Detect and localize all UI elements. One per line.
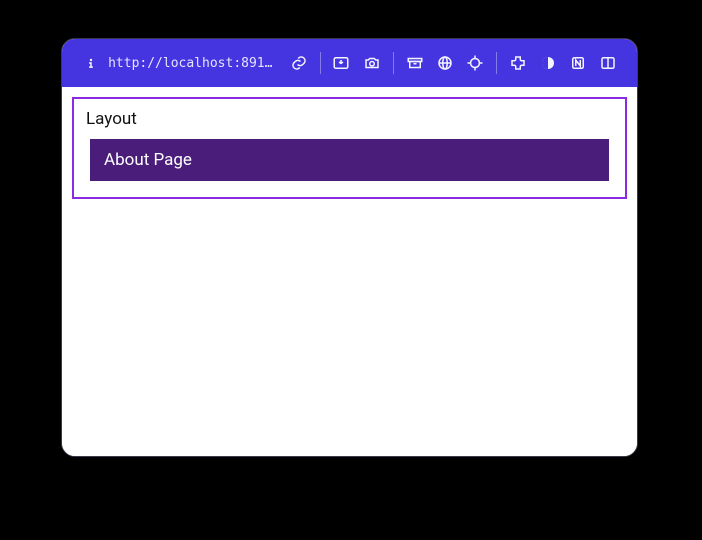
toolbar-divider <box>393 52 394 74</box>
layout-container: Layout About Page <box>72 97 627 199</box>
page-content: Layout About Page <box>62 87 637 456</box>
globe-icon[interactable] <box>436 52 454 74</box>
browser-toolbar: http://localhost:8910/abo… <box>62 39 637 87</box>
layout-label: Layout <box>86 109 615 129</box>
camera-icon[interactable] <box>363 52 381 74</box>
notion-icon[interactable] <box>569 52 587 74</box>
crosshair-icon[interactable] <box>466 52 484 74</box>
toolbar-divider <box>496 52 497 74</box>
darkmode-icon[interactable] <box>539 52 557 74</box>
url-text[interactable]: http://localhost:8910/abo… <box>108 56 275 71</box>
browser-window: http://localhost:8910/abo… <box>61 38 638 457</box>
page-title: About Page <box>90 139 609 181</box>
link-icon[interactable] <box>290 52 308 74</box>
extensions-icon[interactable] <box>509 52 527 74</box>
toolbar-divider <box>320 52 321 74</box>
panel-icon[interactable] <box>599 52 617 74</box>
archive-icon[interactable] <box>405 52 423 74</box>
info-icon[interactable] <box>82 52 100 74</box>
download-icon[interactable] <box>332 52 350 74</box>
